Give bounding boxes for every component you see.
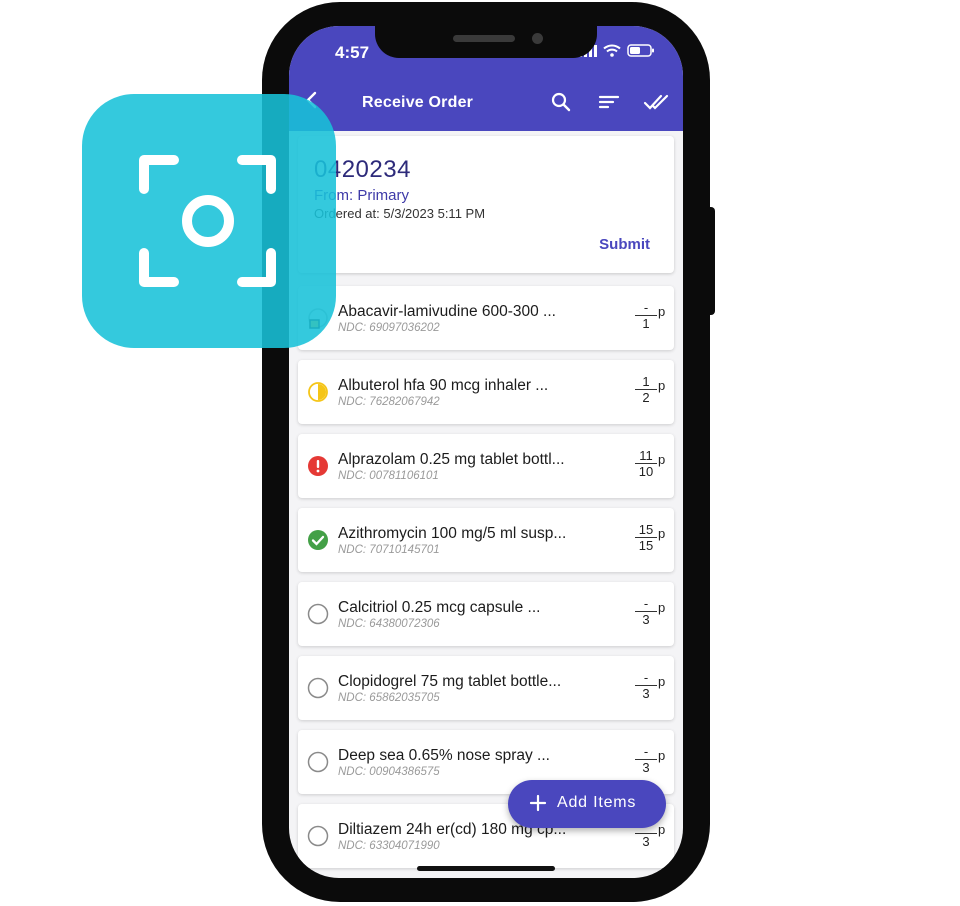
ordered-qty: 10: [638, 464, 654, 479]
item-name: Azithromycin 100 mg/5 ml susp...: [338, 525, 567, 542]
app-bar: 4:57 Receive Order: [289, 26, 683, 131]
item-quantity[interactable]: 11 10: [635, 449, 657, 479]
item-ndc: NDC: 63304071990: [338, 840, 440, 852]
phone-side-button: [707, 207, 715, 315]
item-name: Clopidogrel 75 mg tablet bottle...: [338, 673, 562, 690]
ordered-qty: 15: [638, 538, 654, 553]
received-qty: -: [635, 597, 657, 612]
page-title: Receive Order: [362, 94, 474, 111]
item-unit: p: [658, 748, 666, 763]
ordered-qty: 3: [642, 612, 650, 627]
error-icon: [308, 456, 328, 476]
item-name: Deep sea 0.65% nose spray ...: [338, 747, 550, 764]
list-item[interactable]: Alprazolam 0.25 mg tablet bottl... NDC: …: [298, 434, 674, 498]
empty-circle-icon: [307, 603, 329, 625]
item-ndc: NDC: 00904386575: [338, 766, 440, 778]
half-circle-icon: [308, 382, 328, 402]
item-unit: p: [658, 600, 666, 615]
search-icon[interactable]: [549, 90, 573, 114]
received-qty: 11: [635, 449, 657, 464]
done-all-icon[interactable]: [643, 90, 671, 114]
item-ndc: NDC: 70710145701: [338, 544, 440, 556]
notch-speaker: [453, 35, 515, 42]
item-ndc: NDC: 76282067942: [338, 396, 440, 408]
phone-notch: [375, 26, 597, 58]
ordered-qty: 1: [642, 316, 650, 331]
ordered-qty: 3: [642, 686, 650, 701]
list-item[interactable]: Azithromycin 100 mg/5 ml susp... NDC: 70…: [298, 508, 674, 572]
ordered-qty: 3: [642, 760, 650, 775]
item-unit: p: [658, 452, 666, 467]
received-qty: 1: [635, 375, 657, 390]
item-quantity[interactable]: 15 15: [635, 523, 657, 553]
order-summary-card: 0420234 From: Primary Ordered at: 5/3/20…: [298, 136, 674, 273]
empty-circle-icon: [307, 677, 329, 699]
item-ndc: NDC: 64380072306: [338, 618, 440, 630]
list-item[interactable]: Albuterol hfa 90 mcg inhaler ... NDC: 76…: [298, 360, 674, 424]
item-ndc: NDC: 69097036202: [338, 322, 440, 334]
item-unit: p: [658, 526, 666, 541]
empty-circle-icon: [307, 751, 329, 773]
received-qty: 15: [635, 523, 657, 538]
ordered-qty: 2: [642, 390, 650, 405]
item-quantity[interactable]: - 1: [635, 301, 657, 331]
check-circle-icon: [308, 530, 328, 550]
received-qty: -: [635, 301, 657, 316]
list-item[interactable]: Abacavir-lamivudine 600-300 ... NDC: 690…: [298, 286, 674, 350]
item-unit: p: [658, 378, 666, 393]
item-quantity[interactable]: 1 2: [635, 375, 657, 405]
item-name: Calcitriol 0.25 mcg capsule ...: [338, 599, 541, 616]
item-unit: p: [658, 674, 666, 689]
received-qty: -: [635, 745, 657, 760]
item-quantity[interactable]: - 3: [635, 745, 657, 775]
item-quantity[interactable]: - 3: [635, 671, 657, 701]
scan-icon: [82, 94, 336, 348]
empty-circle-icon: [307, 825, 329, 847]
list-item[interactable]: Clopidogrel 75 mg tablet bottle... NDC: …: [298, 656, 674, 720]
item-name: Alprazolam 0.25 mg tablet bottl...: [338, 451, 565, 468]
wifi-icon: [603, 44, 621, 57]
ordered-qty: 3: [642, 834, 650, 849]
battery-icon: [627, 44, 654, 57]
order-date: Ordered at: 5/3/2023 5:11 PM: [314, 206, 486, 221]
received-qty: -: [635, 671, 657, 686]
notch-camera: [532, 33, 543, 44]
item-name: Abacavir-lamivudine 600-300 ...: [338, 303, 556, 320]
item-name: Albuterol hfa 90 mcg inhaler ...: [338, 377, 549, 394]
plus-icon: [529, 794, 547, 812]
add-items-label: Add Items: [557, 794, 637, 811]
sort-icon[interactable]: [597, 90, 621, 114]
submit-button[interactable]: Submit: [599, 236, 650, 253]
item-quantity[interactable]: - 3: [635, 597, 657, 627]
home-indicator: [417, 866, 555, 871]
item-ndc: NDC: 65862035705: [338, 692, 440, 704]
app-screen: 4:57 Receive Order 0420234 From: Primary…: [289, 26, 683, 878]
item-ndc: NDC: 00781106101: [338, 470, 439, 482]
list-item[interactable]: Calcitriol 0.25 mcg capsule ... NDC: 643…: [298, 582, 674, 646]
status-time: 4:57: [335, 43, 370, 62]
item-unit: p: [658, 304, 666, 319]
add-items-button[interactable]: Add Items: [508, 780, 666, 828]
scan-frame-icon: [139, 155, 276, 287]
item-unit: p: [658, 822, 666, 837]
